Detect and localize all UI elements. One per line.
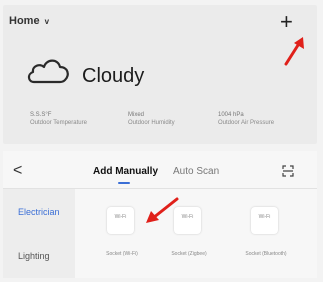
socket-icon: Wi-Fi: [107, 207, 134, 234]
socket-icon: Wi-Fi: [251, 207, 278, 234]
category-lighting[interactable]: Lighting: [18, 251, 50, 261]
stat-label: Outdoor Humidity: [128, 120, 175, 126]
annotation-arrow-icon: [284, 37, 304, 66]
outdoor-temperature: Ѕ.Ѕ.Ѕ°F Outdoor Temperature: [30, 111, 87, 127]
weather-condition: Cloudy: [82, 65, 145, 87]
device-label: Socket (Wi-Fi): [106, 251, 138, 257]
outdoor-air-pressure: 1004 hPa Outdoor Air Pressure: [218, 111, 274, 127]
annotation-arrow-icon: [146, 197, 179, 223]
category-sidebar: [3, 189, 75, 278]
stat-value: Mixed: [128, 112, 145, 118]
stat-label: Outdoor Temperature: [30, 120, 87, 126]
chevron-down-icon: v: [44, 17, 50, 26]
stat-label: Outdoor Air Pressure: [218, 120, 275, 126]
back-icon[interactable]: <: [13, 162, 22, 180]
tab-auto-scan[interactable]: Auto Scan: [173, 166, 219, 177]
device-label: Socket (Zigbee): [171, 251, 207, 257]
cloud-icon: [27, 59, 69, 84]
tab-add-manually[interactable]: Add Manually: [93, 166, 158, 177]
device-socket-bluetooth[interactable]: Wi-Fi Socket (Bluetooth): [240, 207, 292, 257]
stat-value: 1004 hPa: [218, 112, 244, 118]
device-socket-wifi[interactable]: Wi-Fi Socket (Wi-Fi): [96, 207, 148, 257]
home-selector[interactable]: Home v: [9, 15, 49, 27]
add-device-icon[interactable]: +: [280, 11, 293, 33]
stat-value: Ѕ.Ѕ.Ѕ°F: [30, 112, 52, 118]
scan-icon[interactable]: [282, 165, 294, 177]
outdoor-humidity: Mixed Outdoor Humidity: [128, 111, 175, 127]
home-title: Home: [9, 15, 40, 27]
category-electrician[interactable]: Electrician: [18, 207, 60, 217]
device-label: Socket (Bluetooth): [245, 251, 287, 257]
active-tab-indicator: [118, 182, 130, 184]
